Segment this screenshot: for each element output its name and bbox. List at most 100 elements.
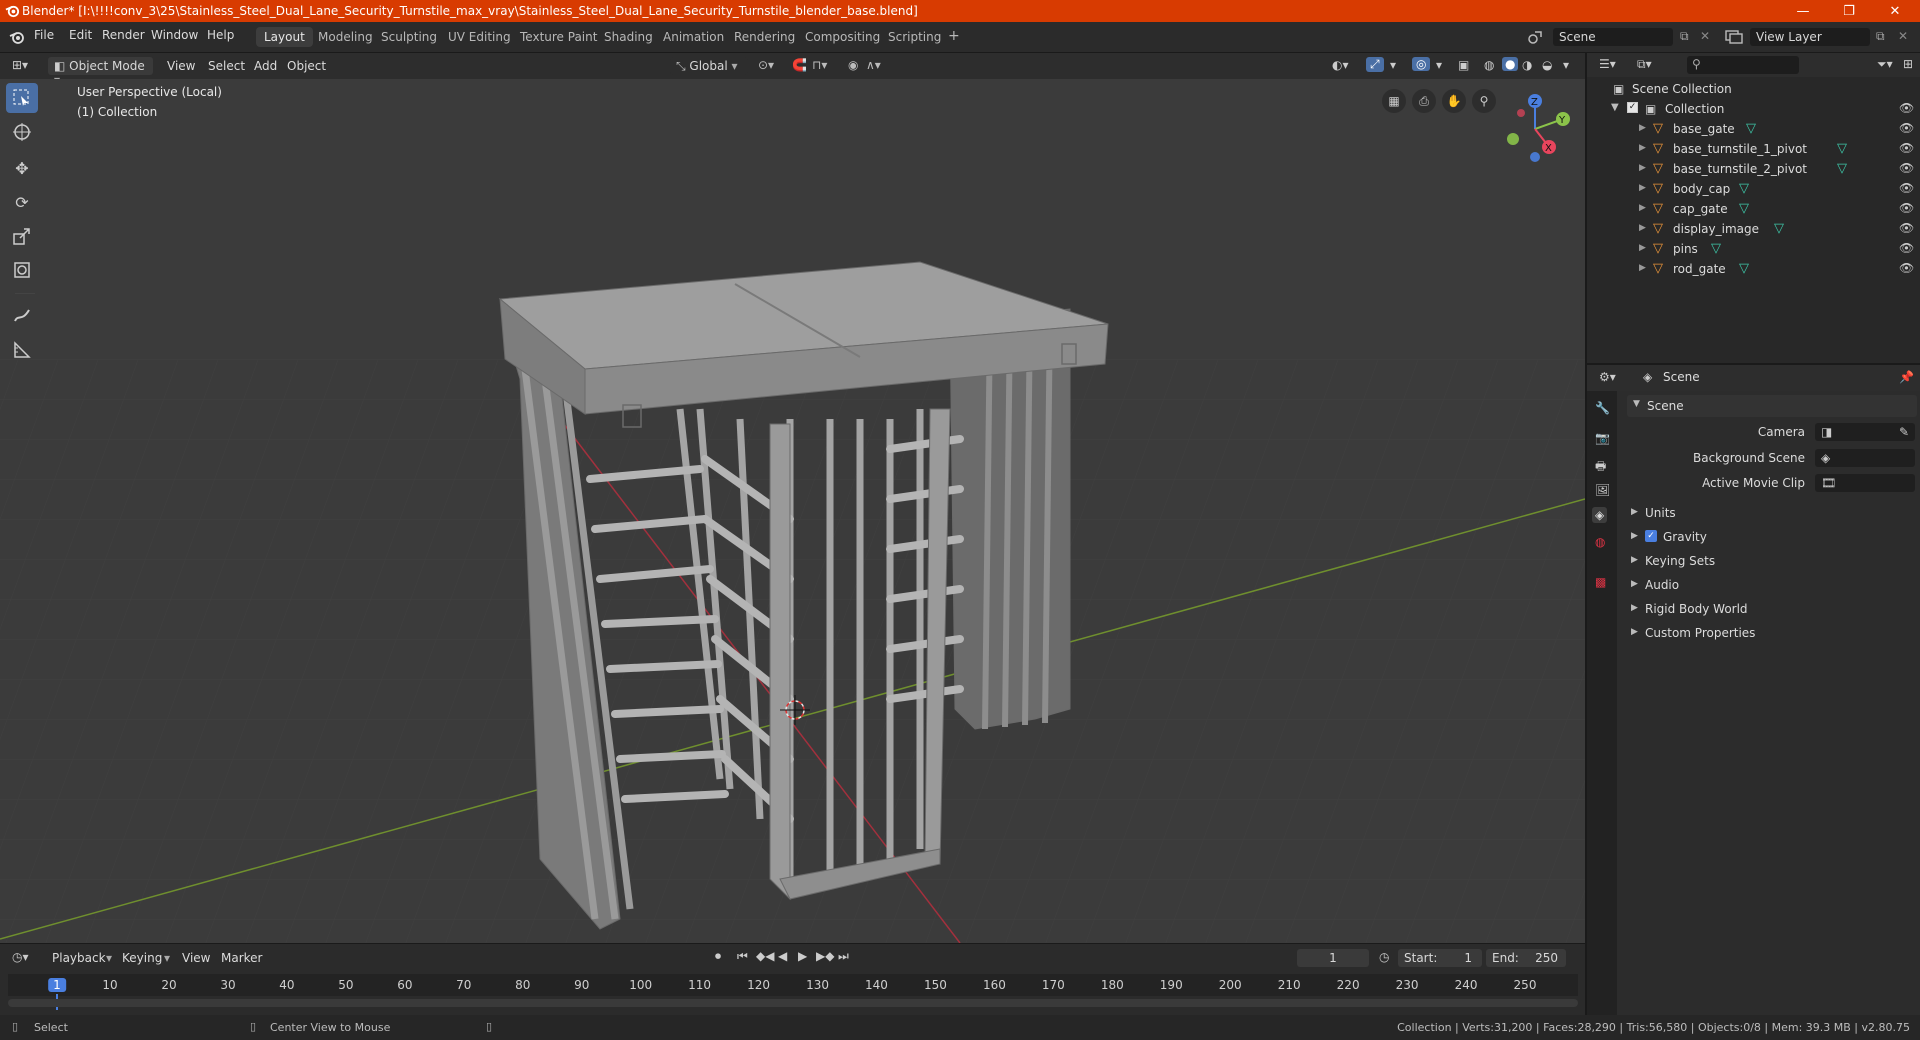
tab-shading[interactable]: Shading — [596, 27, 661, 47]
view-layer-remove-icon[interactable]: ✕ — [1898, 29, 1908, 43]
jump-start-icon[interactable]: ⏮ — [737, 949, 748, 964]
outliner-object-pins[interactable]: ▶ ▽ pins ▽ 👁 — [1587, 239, 1920, 259]
add-workspace-button[interactable]: + — [940, 25, 968, 45]
tab-layout[interactable]: Layout — [256, 27, 313, 47]
mesh-data-icon[interactable]: ▽ — [1711, 241, 1721, 256]
outliner-object-display-image[interactable]: ▶ ▽ display_image ▽ 👁 — [1587, 219, 1920, 239]
filter-icon[interactable]: ⏷▾ — [1877, 57, 1893, 72]
visibility-eye-icon[interactable]: 👁 — [1899, 121, 1914, 135]
outliner-object-rod-gate[interactable]: ▶ ▽ rod_gate ▽ 👁 — [1587, 259, 1920, 279]
view-layer-browse-icon[interactable]: ⧉ — [1876, 29, 1885, 44]
timeline-scrollbar[interactable] — [8, 999, 1578, 1007]
outliner-editor-type-icon[interactable]: ☰▾ — [1599, 57, 1616, 71]
viewport-canvas[interactable] — [0, 79, 1585, 943]
viewport-menu-select[interactable]: Select — [208, 59, 245, 73]
mode-selector[interactable]: ◧ Object Mode ▾ — [48, 57, 153, 87]
timeline-menu-playback[interactable]: Playback — [52, 951, 106, 965]
orientation-selector[interactable]: ⤡ Global ▾ — [670, 57, 748, 75]
rotate-tool[interactable]: ⟳ — [6, 187, 38, 217]
properties-editor-type-icon[interactable]: ⚙▾ — [1599, 370, 1616, 384]
snap-target-icon[interactable]: ⊓▾ — [812, 58, 827, 72]
visibility-eye-icon[interactable]: 👁 — [1899, 201, 1914, 215]
scene-tab-icon[interactable]: ◈ — [1592, 507, 1608, 523]
scene-browse-icon[interactable]: ⧉ — [1680, 29, 1689, 44]
editor-type-icon[interactable]: ⊞▾ — [12, 58, 28, 72]
minimize-button[interactable]: — — [1780, 0, 1826, 22]
maximize-button[interactable]: ❐ — [1826, 0, 1872, 22]
jump-end-icon[interactable]: ⏭ — [838, 949, 849, 964]
xray-toggle-icon[interactable]: ▣ — [1458, 58, 1469, 72]
expand-arrow-icon[interactable]: ▶ — [1639, 223, 1646, 233]
expand-arrow-icon[interactable]: ▶ — [1639, 183, 1646, 193]
axis-gizmo[interactable]: Z Y X — [1495, 87, 1575, 167]
gravity-checkbox[interactable]: ✓ — [1645, 530, 1657, 542]
pivot-point-icon[interactable]: ⊙▾ — [758, 58, 774, 72]
new-collection-icon[interactable]: ⊞ — [1903, 57, 1913, 71]
wireframe-shading-icon[interactable]: ◍ — [1484, 58, 1494, 72]
tab-uv-editing[interactable]: UV Editing — [440, 27, 519, 47]
snap-icon[interactable]: 🧲 — [792, 58, 807, 72]
mesh-data-icon[interactable]: ▽ — [1739, 261, 1749, 276]
cursor-tool[interactable] — [6, 117, 38, 147]
visibility-eye-icon[interactable]: 👁 — [1899, 101, 1914, 115]
tab-rendering[interactable]: Rendering — [726, 27, 803, 47]
outliner-object-cap-gate[interactable]: ▶ ▽ cap_gate ▽ 👁 — [1587, 199, 1920, 219]
rendered-shading-icon[interactable]: ◒ — [1542, 58, 1552, 72]
pin-icon[interactable]: 📌 — [1899, 370, 1914, 384]
section-audio[interactable]: ▶ Audio — [1627, 575, 1917, 597]
view-layer-selector[interactable]: View Layer — [1750, 28, 1870, 46]
timeline-menu-marker[interactable]: Marker — [221, 951, 262, 965]
menu-render[interactable]: Render — [102, 28, 145, 42]
zoom-icon[interactable]: ⚲ — [1472, 89, 1496, 113]
expand-arrow-icon[interactable]: ▼ — [1611, 102, 1619, 113]
expand-arrow-icon[interactable]: ▶ — [1639, 243, 1646, 253]
proportional-edit-icon[interactable]: ◉ — [848, 58, 858, 72]
outliner-object-base-turnstile-1-pivot[interactable]: ▶ ▽ base_turnstile_1_pivot ▽ 👁 — [1587, 139, 1920, 159]
outliner-object-base-gate[interactable]: ▶ ▽ base_gate ▽ 👁 — [1587, 119, 1920, 139]
start-frame-field[interactable]: Start: 1 — [1398, 949, 1482, 967]
outliner-object-base-turnstile-2-pivot[interactable]: ▶ ▽ base_turnstile_2_pivot ▽ 👁 — [1587, 159, 1920, 179]
mesh-data-icon[interactable]: ▽ — [1739, 181, 1749, 196]
viewport-menu-add[interactable]: Add — [254, 59, 277, 73]
camera-view-icon[interactable]: ⎙ — [1412, 89, 1436, 113]
current-frame-field[interactable]: 1 — [1297, 949, 1369, 967]
mesh-data-icon[interactable]: ▽ — [1837, 141, 1847, 156]
world-tab-icon[interactable]: ◍ — [1595, 535, 1605, 549]
expand-arrow-icon[interactable]: ▶ — [1639, 203, 1646, 213]
tool-tab-icon[interactable]: 🔧 — [1595, 401, 1610, 415]
menu-file[interactable]: File — [34, 28, 54, 42]
gizmo-dropdown-icon[interactable]: ▾ — [1390, 58, 1396, 72]
visibility-eye-icon[interactable]: 👁 — [1899, 141, 1914, 155]
timeline-menu-view[interactable]: View — [182, 951, 210, 965]
overlay-dropdown-icon[interactable]: ▾ — [1436, 58, 1442, 72]
timeline-editor-type-icon[interactable]: ◷▾ — [12, 950, 29, 964]
tab-scripting[interactable]: Scripting — [880, 27, 949, 47]
mesh-data-icon[interactable]: ▽ — [1837, 161, 1847, 176]
expand-arrow-icon[interactable]: ▶ — [1639, 163, 1646, 173]
menu-edit[interactable]: Edit — [69, 28, 92, 42]
play-icon[interactable]: ▶ — [798, 949, 807, 963]
preview-range-icon[interactable]: ◷ — [1379, 950, 1389, 964]
camera-field[interactable]: ◨ ✎ — [1815, 423, 1915, 441]
grid-toggle-icon[interactable]: ▦ — [1382, 89, 1406, 113]
outliner-scene-collection[interactable]: ▣ Scene Collection — [1587, 79, 1920, 99]
viewport-menu-object[interactable]: Object — [287, 59, 326, 73]
shading-dropdown-icon[interactable]: ▾ — [1563, 58, 1569, 72]
end-frame-field[interactable]: End: 250 — [1486, 949, 1566, 967]
mesh-data-icon[interactable]: ▽ — [1774, 221, 1784, 236]
record-icon[interactable]: ⏺ — [715, 949, 721, 964]
outliner-object-body-cap[interactable]: ▶ ▽ body_cap ▽ 👁 — [1587, 179, 1920, 199]
visibility-eye-icon[interactable]: 👁 — [1899, 261, 1914, 275]
visibility-eye-icon[interactable]: 👁 — [1899, 241, 1914, 255]
outliner-search-input[interactable]: ⚲ — [1687, 56, 1799, 74]
section-custom-properties[interactable]: ▶ Custom Properties — [1627, 623, 1917, 645]
tab-sculpting[interactable]: Sculpting — [373, 27, 445, 47]
prev-keyframe-icon[interactable]: ◆◀ — [756, 949, 774, 963]
texture-tab-icon[interactable]: ▩ — [1595, 575, 1606, 589]
visibility-eye-icon[interactable]: 👁 — [1899, 161, 1914, 175]
tab-texture-paint[interactable]: Texture Paint — [512, 27, 605, 47]
move-tool[interactable]: ✥ — [6, 153, 38, 183]
transform-tool[interactable] — [6, 255, 38, 285]
section-units[interactable]: ▶ Units — [1627, 503, 1917, 525]
blender-menu-icon[interactable] — [8, 29, 26, 45]
